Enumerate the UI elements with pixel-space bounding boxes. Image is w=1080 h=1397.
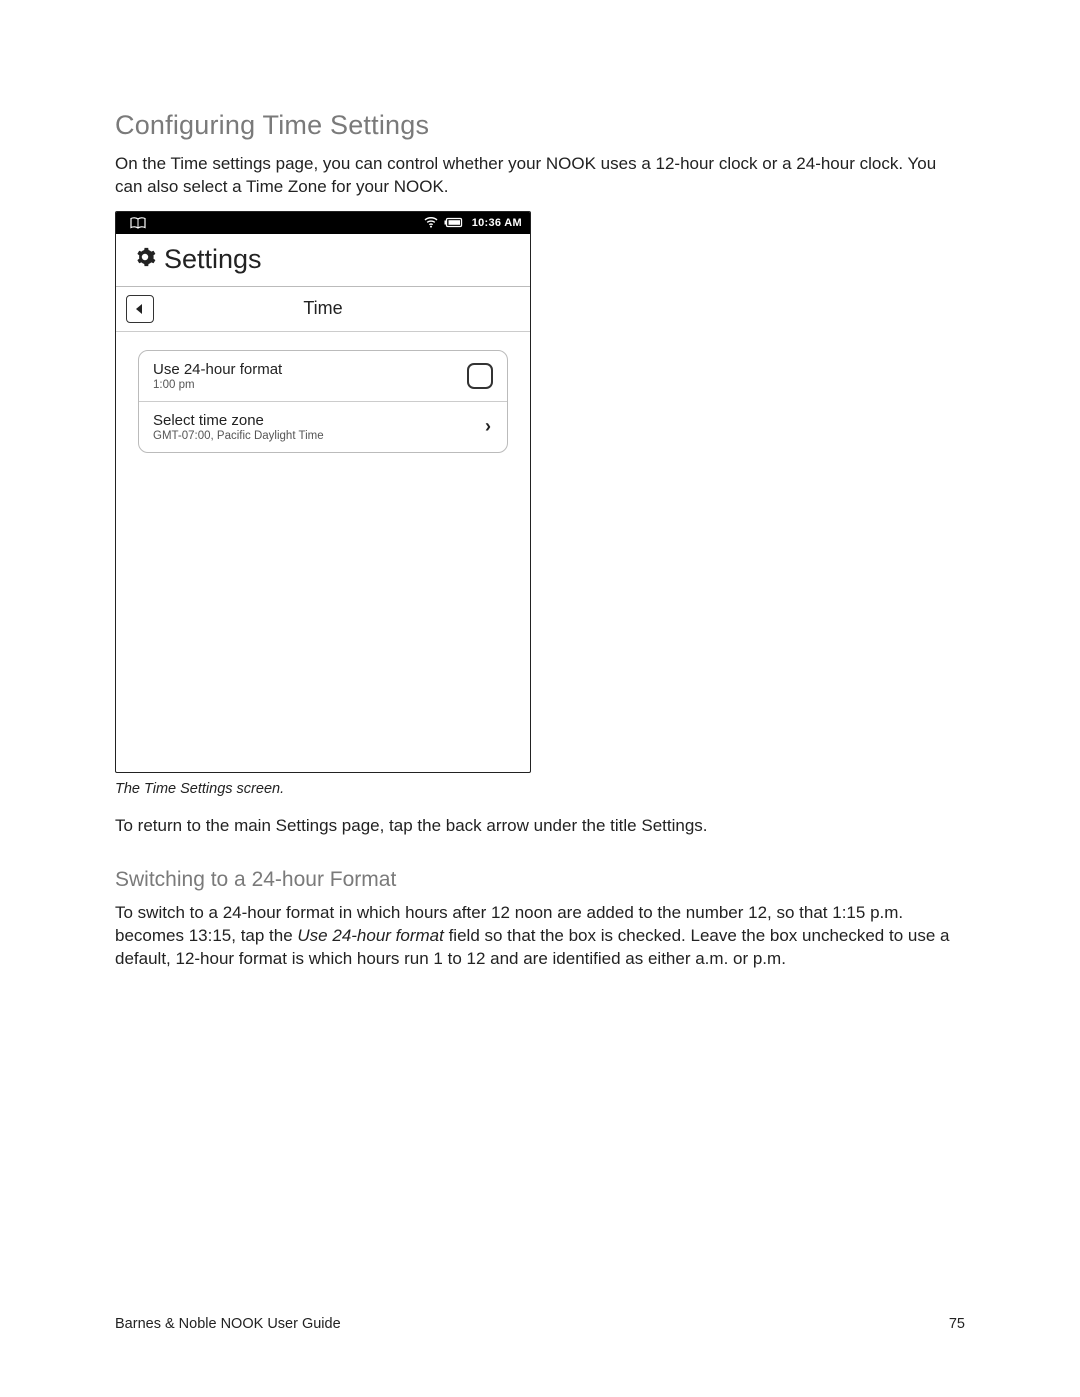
gear-icon [134,246,156,273]
back-button[interactable] [126,295,154,323]
page-title-bar: Time [116,287,530,332]
row-label: Use 24-hour format [153,361,467,378]
checkbox-icon[interactable] [467,363,493,389]
use-24-hour-format-row[interactable]: Use 24-hour format 1:00 pm [139,351,507,401]
return-instruction: To return to the main Settings page, tap… [115,815,965,838]
statusbar-time: 10:36 AM [472,217,522,229]
app-title: Settings [164,244,262,275]
screenshot-caption: The Time Settings screen. [115,781,965,797]
row-label: Select time zone [153,412,485,429]
book-icon [130,217,146,229]
device-screenshot: 10:36 AM Settings Time Use 24-hour forma… [115,211,531,773]
page-footer: Barnes & Noble NOOK User Guide 75 [115,1316,965,1332]
text-run-italic: Use 24-hour format [297,926,443,945]
battery-icon [444,217,464,228]
switch-paragraph: To switch to a 24-hour format in which h… [115,902,965,971]
page-title: Time [116,298,530,319]
status-bar: 10:36 AM [116,212,530,234]
select-time-zone-row[interactable]: Select time zone GMT-07:00, Pacific Dayl… [139,401,507,452]
app-title-bar: Settings [116,234,530,287]
chevron-right-icon: › [485,416,493,437]
row-sublabel: 1:00 pm [153,379,467,391]
row-sublabel: GMT-07:00, Pacific Daylight Time [153,430,485,442]
footer-left: Barnes & Noble NOOK User Guide [115,1316,341,1332]
footer-page-number: 75 [949,1316,965,1332]
wifi-icon [424,217,438,228]
subsection-heading: Switching to a 24-hour Format [115,868,965,892]
intro-paragraph: On the Time settings page, you can contr… [115,153,965,199]
settings-card: Use 24-hour format 1:00 pm Select time z… [138,350,508,453]
section-heading: Configuring Time Settings [115,110,965,141]
manual-page: Configuring Time Settings On the Time se… [0,0,1080,1397]
back-arrow-icon [134,303,146,315]
settings-list: Use 24-hour format 1:00 pm Select time z… [116,332,530,453]
